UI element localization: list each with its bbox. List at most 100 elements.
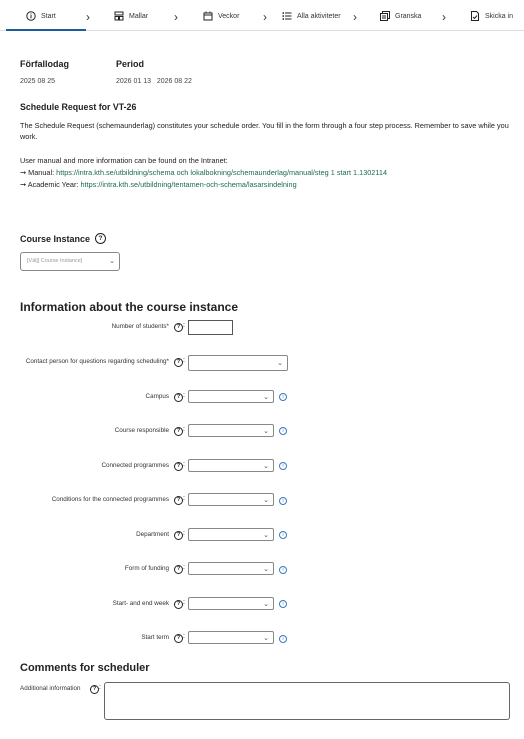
conditions-select[interactable]: ⌄ bbox=[188, 493, 274, 506]
help-icon[interactable]: ? bbox=[174, 462, 183, 471]
academic-year-link[interactable]: https://intra.kth.se/utbildning/tentamen… bbox=[80, 180, 296, 189]
help-icon[interactable]: ? bbox=[90, 685, 99, 694]
info-icon[interactable]: i bbox=[279, 600, 287, 608]
colon: : bbox=[183, 564, 185, 571]
course-instance-heading: Course Instance ? bbox=[20, 233, 107, 244]
colon: : bbox=[183, 392, 185, 399]
department-select[interactable]: ⌄ bbox=[188, 528, 274, 541]
help-icon[interactable]: ? bbox=[174, 427, 183, 436]
step-start[interactable]: Start bbox=[26, 8, 56, 24]
step-mallar[interactable]: Mallar bbox=[114, 8, 148, 24]
info-icon[interactable]: i bbox=[279, 531, 287, 539]
step-label: Start bbox=[41, 12, 56, 20]
chevron-down-icon: ⌄ bbox=[263, 428, 269, 435]
connected-programmes-select[interactable]: ⌄ bbox=[188, 459, 274, 472]
colon: : bbox=[183, 599, 185, 606]
course-instance-placeholder: [Välj] Course Instance] bbox=[27, 258, 83, 264]
help-icon[interactable]: ? bbox=[174, 634, 183, 643]
colon: : bbox=[183, 461, 185, 468]
schedule-request-title: Schedule Request for VT-26 bbox=[20, 102, 137, 112]
colon: : bbox=[183, 357, 185, 364]
due-date-label: Förfallodag bbox=[20, 59, 69, 69]
chevron-down-icon: ⌄ bbox=[263, 394, 269, 401]
help-icon[interactable]: ? bbox=[174, 531, 183, 540]
academic-year-line: ➞ Academic Year: https://intra.kth.se/ut… bbox=[20, 179, 297, 190]
field-label: Start- and end week bbox=[112, 600, 169, 607]
step-label: Mallar bbox=[129, 12, 149, 20]
review-icon bbox=[380, 11, 390, 21]
period-value: 2026 01 13 2026 08 22 bbox=[116, 78, 192, 85]
step-skicka-in[interactable]: Skicka in bbox=[470, 8, 513, 24]
help-icon[interactable]: ? bbox=[174, 323, 183, 332]
info-icon[interactable]: i bbox=[279, 497, 287, 505]
chevron-down-icon: ⌄ bbox=[263, 463, 269, 470]
colon: : bbox=[183, 495, 185, 502]
info-icon[interactable]: i bbox=[279, 462, 287, 470]
field-label: Form of funding bbox=[124, 565, 169, 572]
chevron-down-icon: ⌄ bbox=[263, 635, 269, 642]
calendar-icon bbox=[203, 11, 213, 21]
period-label: Period bbox=[116, 59, 145, 69]
chevron-right-icon: › bbox=[174, 10, 178, 24]
chevron-down-icon: ⌄ bbox=[277, 360, 283, 367]
step-label: Alla aktiviteter bbox=[297, 12, 341, 20]
step-alla-aktiviteter[interactable]: Alla aktiviteter bbox=[282, 8, 341, 24]
additional-info-textarea[interactable] bbox=[104, 682, 510, 720]
course-instance-label: Course Instance bbox=[20, 233, 91, 244]
manual-label: ➞ Manual: bbox=[20, 168, 57, 177]
chevron-down-icon: ⌄ bbox=[263, 566, 269, 573]
help-icon[interactable]: ? bbox=[95, 233, 107, 244]
comments-title: Comments for scheduler bbox=[20, 662, 150, 674]
help-icon[interactable]: ? bbox=[174, 565, 183, 574]
colon: : bbox=[183, 322, 185, 329]
help-icon[interactable]: ? bbox=[174, 358, 183, 367]
help-icon[interactable]: ? bbox=[174, 496, 183, 505]
number-of-students-input[interactable] bbox=[188, 320, 233, 335]
template-icon bbox=[114, 11, 124, 21]
start-term-select[interactable]: ⌄ bbox=[188, 631, 274, 644]
course-responsible-select[interactable]: ⌄ bbox=[188, 424, 274, 437]
field-label: Number of students* bbox=[111, 323, 169, 330]
additional-info-label: Additional information bbox=[20, 685, 81, 692]
academic-year-label: ➞ Academic Year: bbox=[20, 180, 81, 189]
campus-select[interactable]: ⌄ bbox=[188, 390, 274, 403]
chevron-down-icon: ⌄ bbox=[109, 258, 115, 265]
step-label: Veckor bbox=[218, 12, 240, 20]
info-icon[interactable]: i bbox=[279, 566, 287, 574]
step-label: Skicka in bbox=[485, 12, 514, 20]
field-label: Start term bbox=[141, 634, 169, 641]
colon: : bbox=[99, 684, 101, 691]
chevron-down-icon: ⌄ bbox=[263, 497, 269, 504]
contact-person-select[interactable]: ⌄ bbox=[188, 355, 288, 371]
info-icon[interactable]: i bbox=[279, 427, 287, 435]
info-icon[interactable]: i bbox=[279, 635, 287, 643]
active-step-indicator bbox=[6, 29, 86, 31]
field-label: Connected programmes bbox=[101, 462, 169, 469]
chevron-down-icon: ⌄ bbox=[263, 532, 269, 539]
field-label: Conditions for the connected programmes bbox=[51, 496, 169, 503]
step-veckor[interactable]: Veckor bbox=[203, 8, 239, 24]
manual-link[interactable]: https://intra.kth.se/utbildning/schema o… bbox=[56, 168, 387, 177]
chevron-right-icon: › bbox=[353, 10, 357, 24]
info-section-title: Information about the course instance bbox=[20, 300, 239, 314]
colon: : bbox=[183, 633, 185, 640]
colon: : bbox=[183, 426, 185, 433]
field-label: Course responsible bbox=[114, 427, 169, 434]
form-of-funding-select[interactable]: ⌄ bbox=[188, 562, 274, 575]
manual-intro: User manual and more information can be … bbox=[20, 156, 228, 165]
help-icon[interactable]: ? bbox=[174, 393, 183, 402]
course-instance-select[interactable]: [Välj] Course Instance] ⌄ bbox=[20, 252, 120, 271]
step-granska[interactable]: Granska bbox=[380, 8, 421, 24]
colon: : bbox=[183, 530, 185, 537]
help-icon[interactable]: ? bbox=[174, 600, 183, 609]
manual-line: ➞ Manual: https://intra.kth.se/utbildnin… bbox=[20, 167, 387, 178]
field-label: Contact person for questions regarding s… bbox=[25, 358, 169, 365]
chevron-down-icon: ⌄ bbox=[263, 601, 269, 608]
info-icon[interactable]: i bbox=[279, 393, 287, 401]
start-end-week-select[interactable]: ⌄ bbox=[188, 597, 274, 610]
due-date-value: 2025 08 25 bbox=[20, 78, 56, 85]
field-label: Department bbox=[136, 531, 169, 538]
submit-icon bbox=[470, 11, 480, 21]
intro-text: The Schedule Request (schemaunderlag) co… bbox=[20, 121, 509, 141]
chevron-right-icon: › bbox=[442, 10, 446, 24]
